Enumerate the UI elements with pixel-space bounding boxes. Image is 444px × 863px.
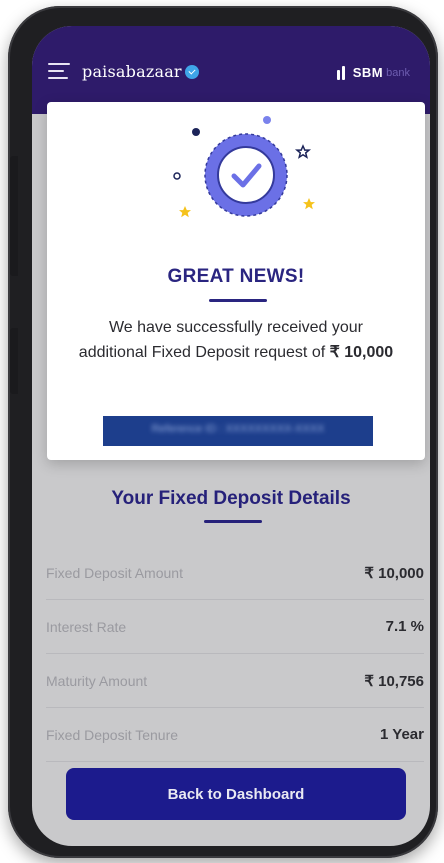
modal-message-block: We have successfully received your addit… [77, 315, 395, 365]
phone-side-button [10, 156, 18, 276]
modal-amount: ₹ 10,000 [329, 344, 394, 361]
title-underline [209, 299, 267, 302]
outline-star-icon [294, 144, 312, 159]
brand-name: paisabazaar [82, 62, 182, 81]
detail-row-maturity-amount: Maturity Amount ₹ 10,756 [46, 654, 424, 708]
phone-frame: paisabazaar SBM bank Your Fixed Deposit … [8, 6, 438, 858]
detail-value: 1 Year [380, 726, 424, 743]
title-underline [204, 520, 262, 523]
decor-ring [173, 172, 181, 180]
detail-label: Fixed Deposit Tenure [46, 726, 179, 743]
yellow-star-icon [303, 198, 315, 210]
redacted-reference: Reference ID : XXXXXXXXX-XXXX [151, 423, 325, 435]
phone-screen: paisabazaar SBM bank Your Fixed Deposit … [32, 26, 430, 846]
partner-brand: SBM [352, 65, 384, 80]
decor-dot [263, 116, 271, 124]
partner-sub: bank [386, 66, 410, 79]
sbm-bank-logo: SBM bank [336, 65, 410, 80]
reference-number-bar: Reference ID : XXXXXXXXX-XXXX [103, 416, 373, 446]
success-modal: GREAT NEWS! We have successfully receive… [47, 102, 425, 460]
yellow-star-icon [179, 206, 191, 218]
detail-value: ₹ 10,000 [364, 564, 424, 582]
modal-message: We have successfully received your addit… [78, 319, 364, 361]
detail-value: 7.1 % [385, 618, 424, 635]
check-circle-icon [204, 133, 288, 217]
mockup-scene: paisabazaar SBM bank Your Fixed Deposit … [0, 0, 444, 863]
detail-row-fd-tenure: Fixed Deposit Tenure 1 Year [46, 708, 424, 762]
menu-icon[interactable] [48, 63, 70, 79]
detail-row-fd-amount: Fixed Deposit Amount ₹ 10,000 [46, 546, 424, 600]
paisabazaar-logo: paisabazaar [82, 62, 199, 81]
modal-title: GREAT NEWS! [167, 266, 305, 287]
detail-label: Interest Rate [46, 618, 127, 635]
app-header: paisabazaar SBM bank [32, 26, 430, 114]
details-title: Your Fixed Deposit Details [111, 488, 351, 509]
sbm-mark-icon [336, 65, 347, 80]
brand-badge-icon [184, 64, 199, 79]
decor-dot [192, 128, 200, 136]
phone-side-button [10, 328, 18, 394]
success-illustration [173, 116, 315, 218]
back-to-dashboard-button[interactable]: Back to Dashboard [66, 768, 406, 820]
detail-label: Fixed Deposit Amount [46, 564, 183, 581]
detail-value: ₹ 10,756 [364, 672, 424, 690]
detail-label: Maturity Amount [46, 672, 148, 689]
detail-row-interest-rate: Interest Rate 7.1 % [46, 600, 424, 654]
